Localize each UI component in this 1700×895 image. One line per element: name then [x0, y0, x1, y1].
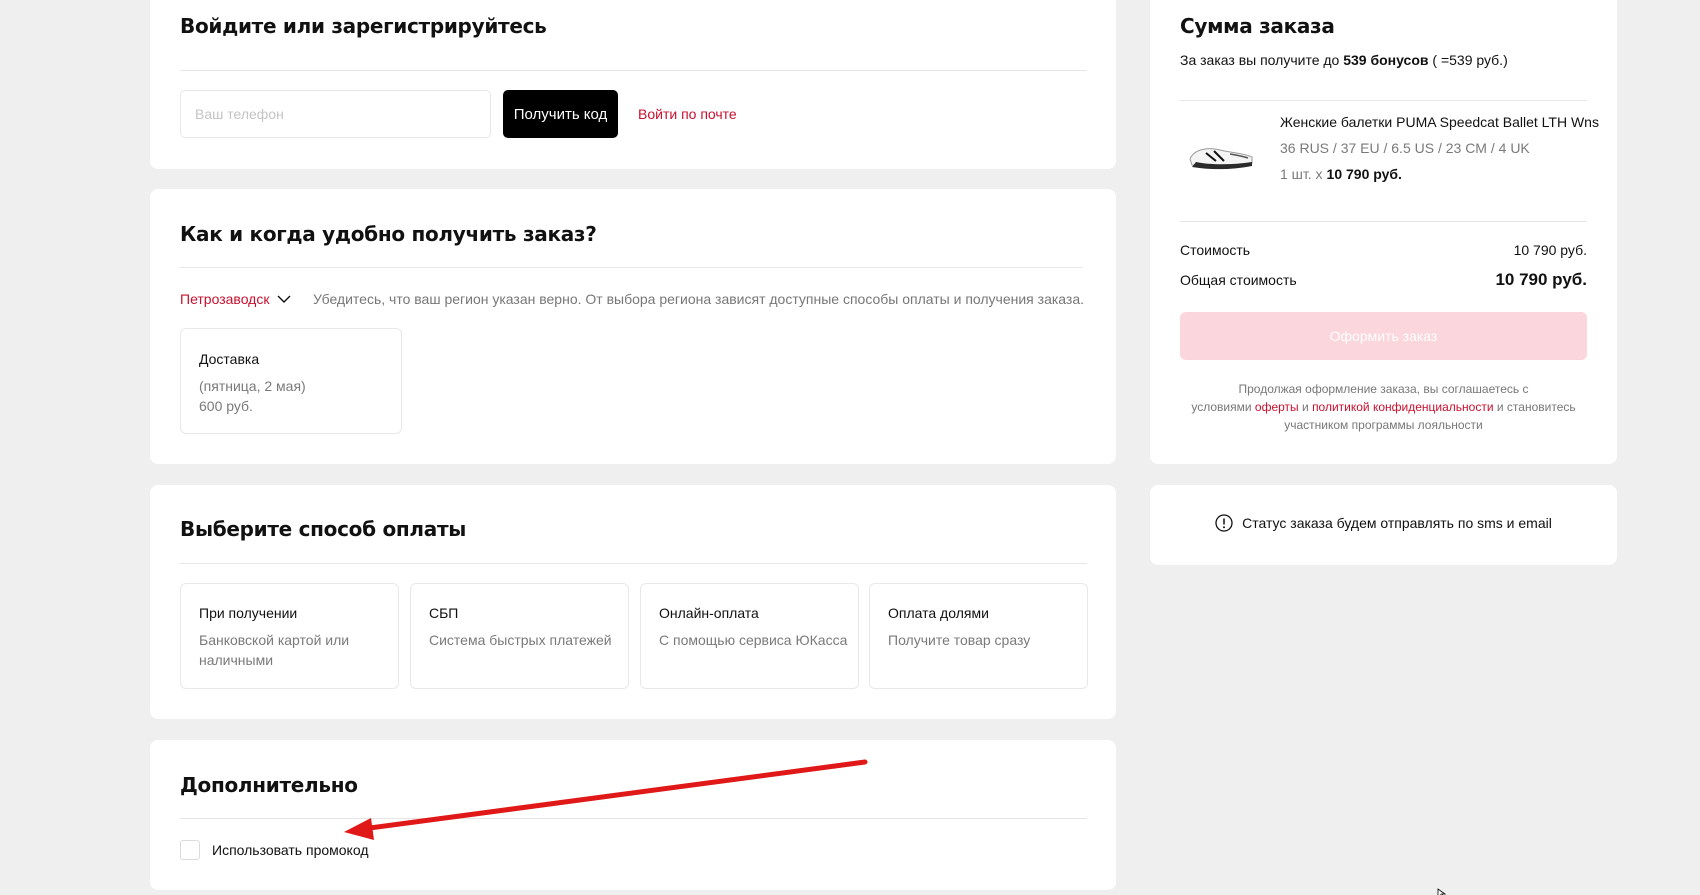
- terms-line: участником программы лояльности: [1284, 418, 1483, 432]
- summary-title: Сумма заказа: [1180, 14, 1335, 38]
- payment-option-subtitle: Система быстрых платежей: [429, 632, 612, 648]
- status-info-text: Статус заказа будем отправлять по sms и …: [1242, 515, 1552, 531]
- get-code-button[interactable]: Получить код: [503, 90, 618, 138]
- place-order-button[interactable]: Оформить заказ: [1180, 312, 1587, 360]
- total-label: Общая стоимость: [1180, 272, 1297, 288]
- cursor-icon: [1437, 888, 1447, 895]
- email-login-link[interactable]: Войти по почте: [638, 106, 737, 122]
- cost-label: Стоимость: [1180, 242, 1251, 258]
- bonus-suffix: ( =539 руб.): [1432, 52, 1508, 68]
- promo-code-label: Использовать промокод: [212, 842, 369, 858]
- divider: [180, 267, 1082, 268]
- product-quantity: 1 шт. х 10 790 руб.: [1280, 166, 1402, 182]
- terms-line: Продолжая оформление заказа, вы соглашае…: [1238, 382, 1529, 396]
- product-price: 10 790 руб.: [1326, 166, 1402, 182]
- info-icon: [1215, 514, 1233, 532]
- chevron-down-icon: [277, 295, 291, 303]
- payment-option-subtitle: Банковской картой или наличными: [199, 632, 350, 668]
- status-info-card: Статус заказа будем отправлять по sms и …: [1150, 485, 1617, 565]
- product-size: 36 RUS / 37 EU / 6.5 US / 23 CM / 4 UK: [1280, 140, 1530, 156]
- divider: [180, 70, 1087, 71]
- bonus-prefix: За заказ вы получите до: [1180, 52, 1340, 68]
- promo-code-option[interactable]: Использовать промокод: [180, 840, 368, 860]
- order-summary-card: Сумма заказа За заказ вы получите до 539…: [1150, 0, 1617, 464]
- payment-option-installments[interactable]: Оплата долями Получите товар сразу: [869, 583, 1088, 689]
- login-title: Войдите или зарегистрируйтесь: [180, 14, 547, 38]
- additional-card: Дополнительно Использовать промокод: [150, 740, 1116, 890]
- additional-title: Дополнительно: [180, 773, 358, 797]
- bonus-info: За заказ вы получите до 539 бонусов ( =5…: [1180, 52, 1508, 68]
- login-card: Войдите или зарегистрируйтесь Получить к…: [150, 0, 1116, 169]
- region-name: Петрозаводск: [180, 291, 270, 307]
- delivery-card: Как и когда удобно получить заказ? Петро…: [150, 189, 1116, 464]
- delivery-option[interactable]: Доставка (пятница, 2 мая) 600 руб.: [180, 328, 402, 434]
- region-hint: Убедитесь, что ваш регион указан верно. …: [313, 291, 1085, 307]
- delivery-option-title: Доставка: [199, 351, 260, 367]
- divider: [180, 818, 1087, 819]
- delivery-option-details: (пятница, 2 мая) 600 руб.: [199, 376, 306, 416]
- product-image[interactable]: [1186, 135, 1256, 175]
- total-value: 10 790 руб.: [1495, 270, 1587, 289]
- payment-option-sbp[interactable]: СБП Система быстрых платежей: [410, 583, 629, 689]
- offer-link[interactable]: оферты: [1255, 400, 1299, 414]
- delivery-date: (пятница, 2 мая): [199, 378, 306, 394]
- delivery-price: 600 руб.: [199, 398, 253, 414]
- status-info: Статус заказа будем отправлять по sms и …: [1150, 514, 1617, 532]
- delivery-title: Как и когда удобно получить заказ?: [180, 222, 597, 246]
- terms-text: Продолжая оформление заказа, вы соглашае…: [1180, 380, 1587, 434]
- product-name[interactable]: Женские балетки PUMA Speedcat Ballet LTH…: [1280, 114, 1599, 130]
- payment-option-title: СБП: [429, 605, 459, 621]
- region-selector[interactable]: Петрозаводск: [180, 291, 291, 307]
- terms-text-part: и: [1302, 400, 1309, 414]
- divider: [1180, 100, 1587, 101]
- terms-text-part: условиями: [1191, 400, 1252, 414]
- product-qty-count: 1 шт. х: [1280, 166, 1323, 182]
- terms-text-part: и становитесь: [1496, 400, 1576, 414]
- divider: [1180, 221, 1587, 222]
- terms-line: условиями оферты и политикой конфиденциа…: [1180, 398, 1587, 416]
- payment-option-title: Оплата долями: [888, 605, 989, 621]
- payment-option-title: Онлайн-оплата: [659, 605, 759, 621]
- payment-option-online[interactable]: Онлайн-оплата С помощью сервиса ЮКасса: [640, 583, 859, 689]
- payment-option-title: При получении: [199, 605, 298, 621]
- payment-option-subtitle: Получите товар сразу: [888, 632, 1031, 648]
- divider: [180, 563, 1087, 564]
- cost-value: 10 790 руб.: [1513, 242, 1587, 258]
- payment-card: Выберите способ оплаты При получении Бан…: [150, 485, 1116, 719]
- privacy-policy-link[interactable]: политикой конфиденциальности: [1312, 400, 1493, 414]
- payment-option-subtitle: С помощью сервиса ЮКасса: [659, 632, 848, 648]
- payment-title: Выберите способ оплаты: [180, 517, 467, 541]
- phone-input[interactable]: [180, 90, 491, 138]
- payment-option-on-delivery[interactable]: При получении Банковской картой или нали…: [180, 583, 399, 689]
- bonus-amount: 539 бонусов: [1343, 52, 1429, 68]
- promo-code-checkbox[interactable]: [180, 840, 200, 860]
